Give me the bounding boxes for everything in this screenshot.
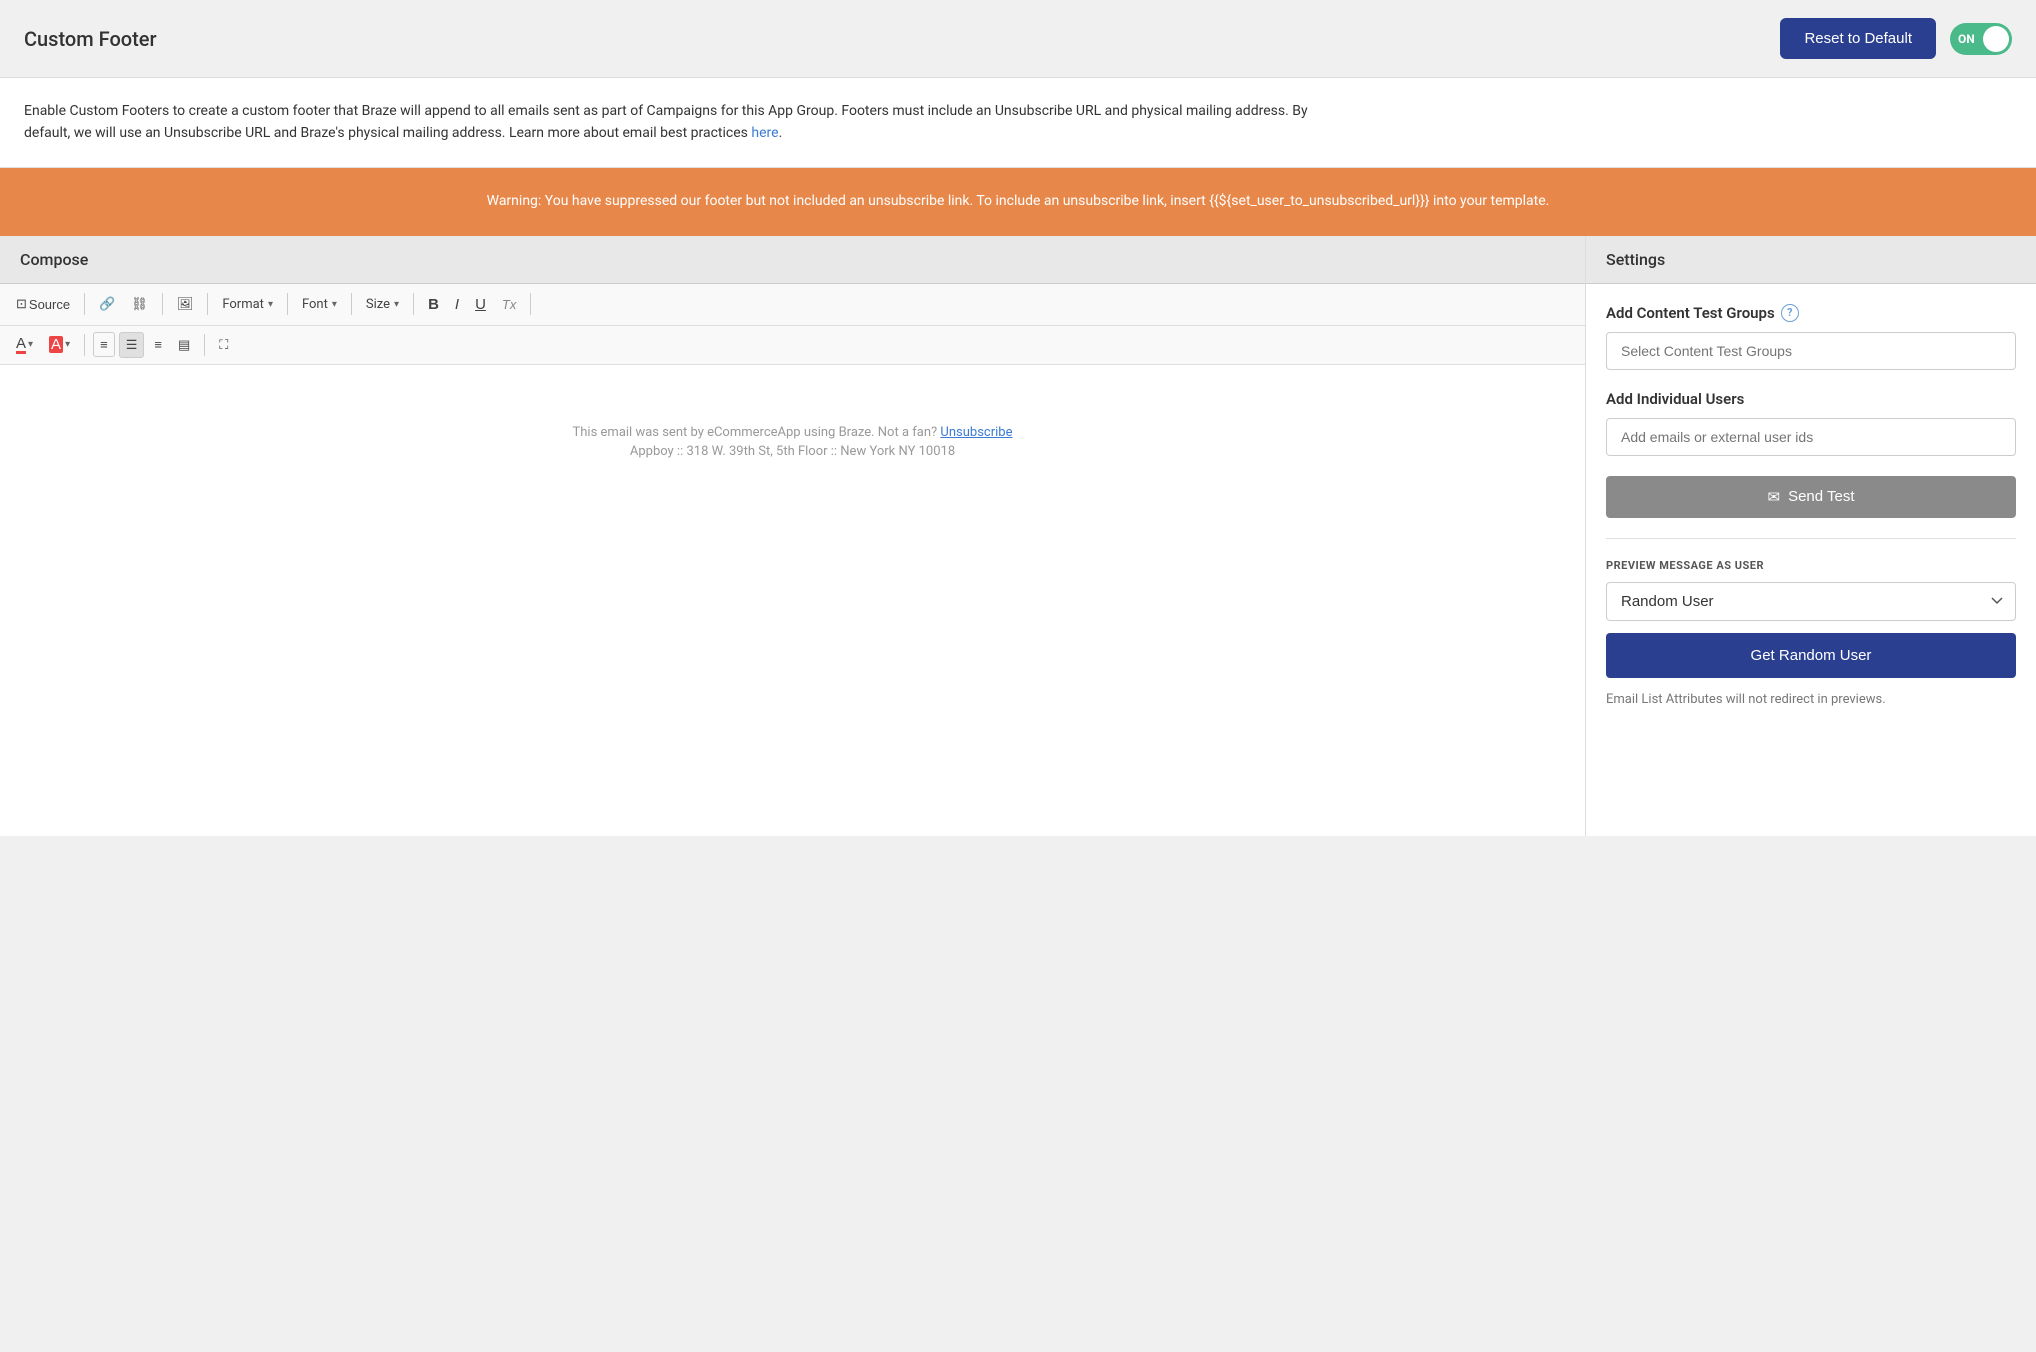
preview-section: PREVIEW MESSAGE AS USER Random User Spec… [1606,559,2016,707]
toolbar-row1: ⊡ Source 🔗 ⛓ 🖼 Format ▾ [0,284,1585,326]
size-label: Size [366,297,390,312]
individual-users-section: Add Individual Users [1606,390,2016,456]
settings-content: Add Content Test Groups ? Add Individual… [1586,284,2036,747]
content-test-groups-label: Add Content Test Groups ? [1606,304,2016,322]
content-test-groups-section: Add Content Test Groups ? [1606,304,2016,370]
settings-panel-header: Settings [1586,236,2036,284]
email-list-note: Email List Attributes will not redirect … [1606,692,2016,707]
get-random-user-button[interactable]: Get Random User [1606,633,2016,678]
unsubscribe-link[interactable]: Unsubscribe [940,425,1012,440]
link-button[interactable]: 🔗 [93,292,121,316]
strikethrough-button[interactable]: Tx [496,293,522,316]
divider-5 [351,293,352,315]
editor-address: Appboy :: 318 W. 39th St, 5th Floor :: N… [20,444,1565,459]
format-chevron-icon: ▾ [268,299,273,310]
send-test-envelope-icon: ✉ [1767,488,1780,506]
italic-button[interactable]: I [449,292,465,317]
expand-button[interactable]: ⛶ [213,333,234,357]
source-icon: ⊡ [16,296,27,312]
image-button[interactable]: 🖼 [171,292,200,316]
unlink-button[interactable]: ⛓ [125,292,154,316]
warning-text: Warning: You have suppressed our footer … [487,193,1550,209]
custom-footer-toggle[interactable]: ON [1950,23,2012,55]
main-content: Compose ⊡ Source 🔗 ⛓ 🖼 [0,236,2036,836]
divider-6 [413,293,414,315]
info-text-part1: Enable Custom Footers to create a custom… [24,103,1308,141]
source-button[interactable]: ⊡ Source [10,292,76,316]
settings-panel: Settings Add Content Test Groups ? Add I… [1586,236,2036,836]
send-test-button[interactable]: ✉ Send Test [1606,476,2016,518]
toolbar-row2: A ▾ A ▾ ≡ ☰ ≡ ▤ [0,326,1585,365]
highlight-chevron-icon: ▾ [65,339,70,350]
align-right-button[interactable]: ≡ [148,333,168,356]
header-actions: Reset to Default ON [1780,18,2012,59]
justify-button[interactable]: ▤ [172,333,196,357]
font-dropdown[interactable]: Font ▾ [296,293,343,316]
expand-icon: ⛶ [219,337,228,353]
toggle-label: ON [1958,32,1975,46]
editor-text-main: This email was sent by eCommerceApp usin… [573,425,938,440]
content-test-groups-input[interactable] [1606,332,2016,370]
font-color-icon: A [16,336,26,354]
font-color-chevron-icon: ▾ [28,339,33,350]
align-right-icon: ≡ [154,337,162,352]
font-chevron-icon: ▾ [332,299,337,310]
info-text: Enable Custom Footers to create a custom… [24,100,1324,145]
justify-icon: ▤ [178,337,190,353]
format-dropdown[interactable]: Format ▾ [216,293,279,316]
underline-button[interactable]: U [469,292,492,317]
strikethrough-icon: Tx [502,297,516,312]
divider-2 [162,293,163,315]
size-chevron-icon: ▾ [394,299,399,310]
divider-9 [204,334,205,356]
align-center-icon: ☰ [126,337,138,353]
individual-users-label: Add Individual Users [1606,390,2016,408]
compose-panel: Compose ⊡ Source 🔗 ⛓ 🖼 [0,236,1586,836]
align-left-icon: ≡ [100,337,108,352]
preview-user-dropdown[interactable]: Random User Specific User [1606,582,2016,621]
compose-panel-header: Compose [0,236,1585,284]
highlight-color-button[interactable]: A ▾ [43,332,76,357]
section-divider [1606,538,2016,539]
format-label: Format [222,297,264,312]
preview-label: PREVIEW MESSAGE AS USER [1606,559,2016,572]
font-label: Font [302,297,328,312]
divider-7 [530,293,531,315]
send-test-label: Send Test [1788,488,1854,505]
highlight-color-icon: A [49,336,63,353]
link-icon: 🔗 [99,296,115,312]
content-test-groups-help-icon[interactable]: ? [1781,304,1799,322]
divider-3 [207,293,208,315]
unlink-icon: ⛓ [131,296,148,312]
bold-button[interactable]: B [422,292,445,317]
image-icon: 🖼 [177,296,194,312]
reset-to-default-button[interactable]: Reset to Default [1780,18,1936,59]
divider-8 [84,334,85,356]
toggle-knob [1983,26,2009,52]
divider-4 [287,293,288,315]
size-dropdown[interactable]: Size ▾ [360,293,405,316]
font-color-button[interactable]: A ▾ [10,332,39,358]
info-text-part2: . [779,125,783,141]
align-left-button[interactable]: ≡ [93,332,115,357]
source-label: Source [29,297,70,312]
here-link[interactable]: here [751,125,778,141]
align-center-button[interactable]: ☰ [119,332,145,358]
info-section: Enable Custom Footers to create a custom… [0,78,2036,168]
page-header: Custom Footer Reset to Default ON [0,0,2036,78]
divider-1 [84,293,85,315]
page-title: Custom Footer [24,27,157,51]
warning-banner: Warning: You have suppressed our footer … [0,168,2036,236]
editor-email-text: This email was sent by eCommerceApp usin… [20,425,1565,440]
individual-users-input[interactable] [1606,418,2016,456]
editor-area[interactable]: This email was sent by eCommerceApp usin… [0,365,1585,765]
